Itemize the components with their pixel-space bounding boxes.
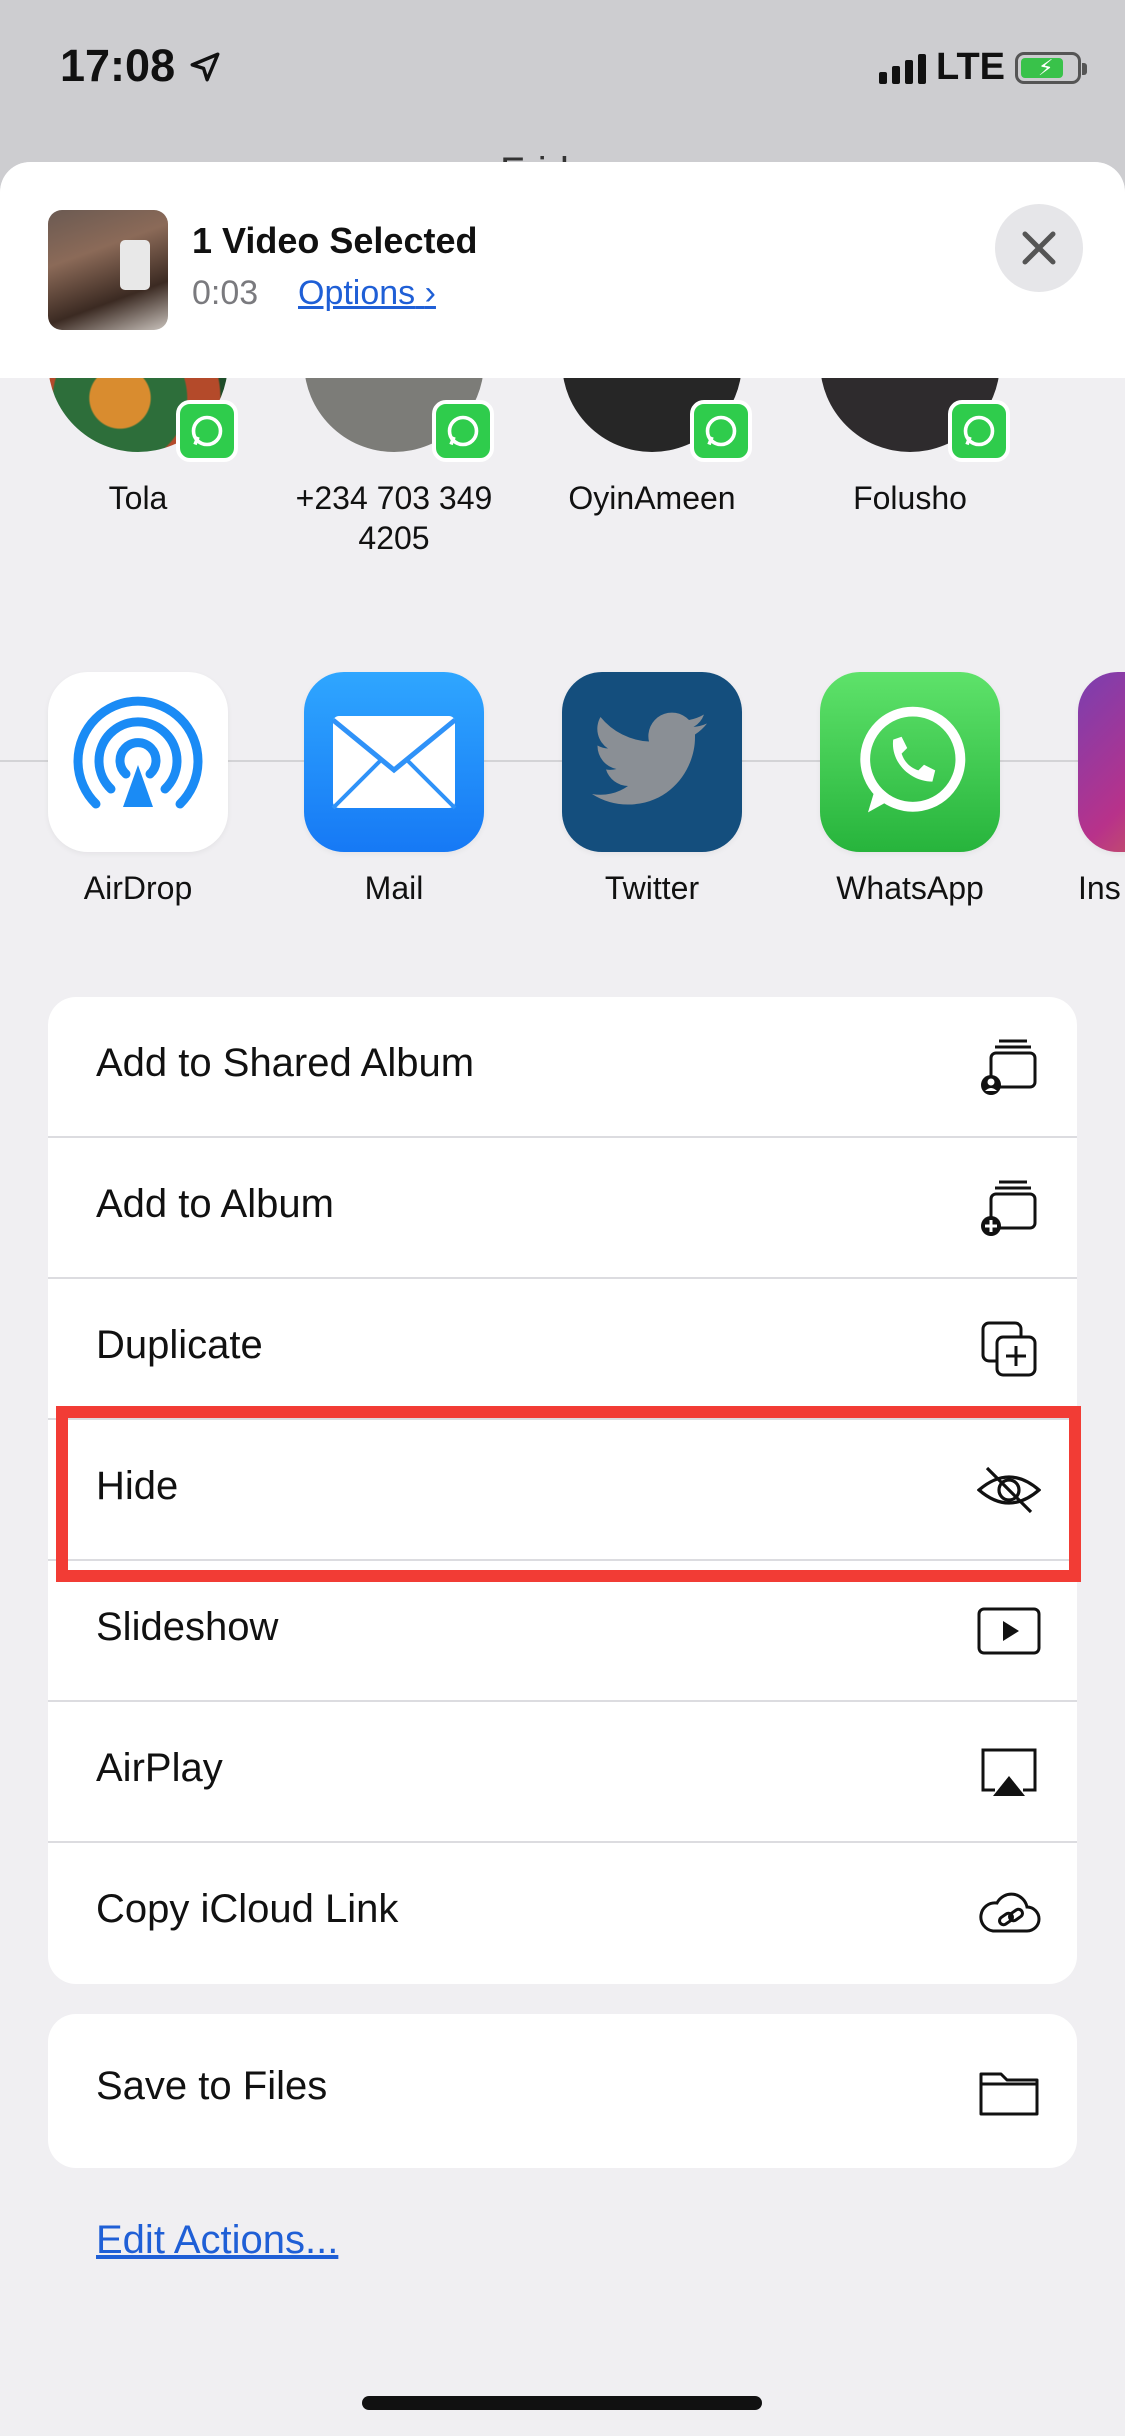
action-label: Copy iCloud Link <box>96 1887 399 1931</box>
status-time: 17:08 <box>60 40 176 91</box>
cloud-link-icon <box>979 1892 1041 1933</box>
action-label: Add to Album <box>96 1182 334 1226</box>
person-name: +234 703 349 4205 <box>295 480 493 556</box>
video-duration: 0:03 <box>192 274 259 312</box>
person-name: OyinAmeen <box>568 480 736 516</box>
video-thumbnail <box>48 210 168 330</box>
action-copy-icloud-link[interactable]: Copy iCloud Link <box>48 1843 1077 1984</box>
battery-icon: ⚡ <box>1015 51 1087 84</box>
app-label: Mail <box>364 870 424 906</box>
share-sheet-screen: 17:08 LTE ⚡ Frid 1 Video Selected 0:03 O… <box>0 0 1125 2436</box>
person-name: Tola <box>108 480 168 516</box>
action-label: Save to Files <box>96 2064 328 2108</box>
action-label: AirPlay <box>96 1746 223 1790</box>
airplay-icon <box>981 1748 1037 1796</box>
action-label: Duplicate <box>96 1323 263 1367</box>
options-label: Options <box>298 274 416 312</box>
home-indicator[interactable] <box>362 2396 762 2410</box>
whatsapp-badge-icon <box>176 400 238 462</box>
app-airdrop[interactable]: AirDrop <box>28 672 248 907</box>
status-indicators: LTE ⚡ <box>879 46 1087 89</box>
action-duplicate[interactable]: Duplicate <box>48 1279 1077 1420</box>
action-add-to-shared-album[interactable]: Add to Shared Album <box>48 997 1077 1138</box>
chevron-right-icon: › <box>424 274 436 312</box>
shared-album-icon <box>981 1039 1037 1095</box>
whatsapp-badge-icon <box>432 400 494 462</box>
app-label: AirDrop <box>83 870 193 906</box>
file-actions-group: Save to Files <box>48 2014 1077 2168</box>
app-label: WhatsApp <box>836 870 984 906</box>
person-name: Folusho <box>853 480 967 516</box>
whatsapp-badge-icon <box>690 400 752 462</box>
app-whatsapp[interactable]: WhatsApp <box>800 672 1020 907</box>
people-row: Tola +234 703 349 4205 OyinAmeen Folusho… <box>0 272 1125 597</box>
play-icon <box>977 1607 1041 1655</box>
folder-icon <box>979 2072 1039 2116</box>
options-link[interactable]: Options › <box>298 274 436 313</box>
duplicate-icon <box>981 1321 1037 1377</box>
highlight-box <box>56 1406 1081 1582</box>
network-type: LTE <box>936 46 1005 88</box>
app-twitter[interactable]: Twitter <box>542 672 762 907</box>
cellular-signal-icon <box>879 52 927 84</box>
app-mail[interactable]: Mail <box>284 672 504 907</box>
app-label: Ins <box>1078 870 1121 906</box>
edit-actions-link[interactable]: Edit Actions... <box>96 2218 338 2263</box>
close-button[interactable] <box>995 204 1083 292</box>
action-label: Slideshow <box>96 1605 279 1649</box>
app-instagram[interactable]: Ins <box>1058 672 1125 907</box>
instagram-icon <box>1078 672 1125 852</box>
add-album-icon <box>981 1180 1037 1236</box>
airdrop-icon <box>48 672 228 852</box>
action-label: Add to Shared Album <box>96 1041 475 1085</box>
selection-title: 1 Video Selected <box>192 220 478 261</box>
action-save-to-files[interactable]: Save to Files <box>48 2014 1077 2168</box>
share-header: 1 Video Selected 0:03 Options › <box>0 162 1125 378</box>
app-label: Twitter <box>604 870 700 906</box>
twitter-icon <box>562 672 742 852</box>
close-icon <box>1022 231 1056 265</box>
action-airplay[interactable]: AirPlay <box>48 1702 1077 1843</box>
action-add-to-album[interactable]: Add to Album <box>48 1138 1077 1279</box>
mail-icon <box>304 672 484 852</box>
whatsapp-icon <box>820 672 1000 852</box>
action-slideshow[interactable]: Slideshow <box>48 1561 1077 1702</box>
location-arrow-icon <box>190 52 220 82</box>
whatsapp-badge-icon <box>948 400 1010 462</box>
share-sheet: 1 Video Selected 0:03 Options › Tola +23… <box>0 162 1125 2436</box>
